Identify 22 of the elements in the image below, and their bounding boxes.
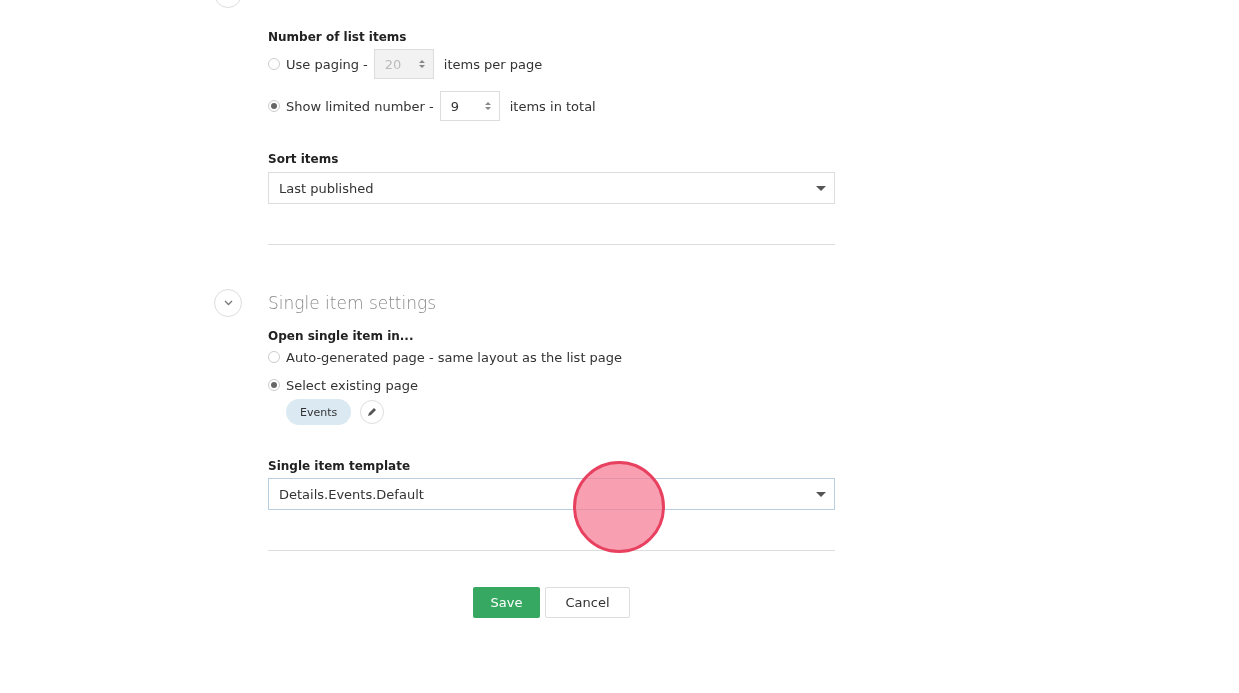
- page-chip[interactable]: Events: [286, 399, 352, 425]
- number-input[interactable]: 9: [439, 91, 500, 121]
- radio-label: Auto-generated page - same layout as the list page: [286, 349, 623, 365]
- cancel-button[interactable]: Cancel: [545, 587, 630, 618]
- suffix-label: items per page: [443, 56, 543, 72]
- edit-button[interactable]: [360, 400, 385, 424]
- section-title: Single item settings: [268, 292, 438, 315]
- radio-label: Show limited number -: [286, 98, 434, 114]
- spinner-arrows-icon[interactable]: [484, 101, 491, 111]
- sort-select[interactable]: Last published: [268, 172, 835, 204]
- caret-icon: [816, 491, 826, 497]
- pencil-icon: [367, 407, 378, 417]
- field-label: Sort items: [268, 152, 340, 166]
- radio-label: Select existing page: [286, 377, 418, 393]
- radio-label: Use paging -: [286, 56, 368, 72]
- chevron-icon: [223, 300, 233, 306]
- collapse-toggle[interactable]: [214, 289, 242, 317]
- field-label: Single item template: [268, 459, 412, 473]
- caret-icon: [816, 185, 826, 191]
- field-label: Open single item in...: [268, 329, 415, 343]
- field-label: Number of list items: [268, 30, 408, 44]
- suffix-label: items in total: [509, 98, 596, 114]
